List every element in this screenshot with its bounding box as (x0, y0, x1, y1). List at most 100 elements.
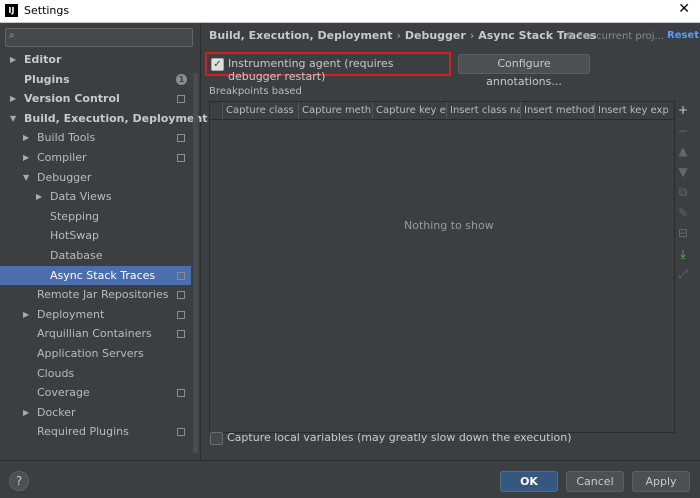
toggle-icon[interactable]: ⊟ (676, 226, 690, 240)
tree-item[interactable]: Arquillian Containers (0, 324, 191, 344)
tree-item[interactable]: ▼ Debugger (0, 168, 191, 188)
breadcrumb: Build, Execution, Deployment › Debugger › As… (209, 29, 597, 42)
table-column-header[interactable]: Capture meth... (298, 102, 372, 119)
tree-item-label: Application Servers (37, 346, 144, 360)
capture-local-checkbox[interactable] (210, 432, 223, 445)
tree-item[interactable]: ▼ Build, Execution, Deployment (0, 109, 207, 129)
tree-item[interactable]: Required Plugins (0, 422, 191, 442)
edit-icon[interactable]: ✎ (676, 206, 690, 220)
expand-right-icon[interactable]: ▶ (36, 187, 42, 207)
move-down-icon[interactable]: ▼ (676, 165, 690, 179)
tree-item-label: Deployment (37, 307, 105, 321)
project-scope-icon: ⧉ (567, 31, 575, 42)
ok-button[interactable]: OK (500, 471, 558, 492)
tree-item-label: Clouds (37, 366, 75, 380)
breadcrumb-separator: › (396, 29, 401, 42)
remove-icon[interactable]: − (676, 124, 690, 138)
help-button[interactable]: ? (9, 471, 29, 491)
tree-item-label: Editor (24, 53, 62, 66)
tree-item[interactable]: Coverage (0, 383, 191, 403)
tree-item[interactable]: ▶ Deployment (0, 305, 191, 325)
table-column-header[interactable]: Capture class ... (222, 102, 298, 119)
project-scope-icon (177, 153, 185, 162)
tree-item-label: Stepping (50, 209, 100, 223)
tree-item[interactable]: Database (0, 246, 191, 266)
breadcrumb-part: Debugger (404, 29, 466, 42)
tree-item-label: HotSwap (50, 229, 100, 243)
instrumenting-agent-label[interactable]: Instrumenting agent (requires debugger r… (228, 57, 449, 83)
breadcrumb-separator: › (469, 29, 475, 42)
tree-item[interactable]: ▶ Editor (0, 50, 191, 70)
instrumenting-agent-checkbox[interactable]: ✓ (211, 58, 224, 71)
move-up-icon[interactable]: ▲ (676, 144, 690, 158)
breakpoints-table[interactable]: Capture class ...Capture meth...Capture … (209, 101, 675, 433)
scope-text: For current proj... (577, 31, 665, 42)
tree-item-label: Remote Jar Repositories (37, 288, 169, 302)
notification-badge: 1 (176, 73, 187, 85)
table-column-header[interactable]: Insert method ... (520, 102, 594, 119)
tree-item[interactable]: ▶ Data Views (0, 187, 191, 207)
expand-right-icon[interactable]: ▶ (10, 50, 16, 70)
settings-search[interactable]: ⌕ (5, 28, 193, 47)
section-title: Breakpoints based (209, 86, 302, 97)
expand-right-icon[interactable]: ▶ (23, 403, 29, 423)
expand-right-icon[interactable]: ▶ (23, 305, 29, 325)
tree-item[interactable]: Stepping (0, 207, 191, 227)
table-column-header[interactable]: Insert key exp... (594, 102, 668, 119)
tree-item[interactable]: ▶ Version Control (0, 89, 191, 109)
tree-item[interactable]: HotSwap (0, 226, 191, 246)
export-icon[interactable]: ⤢ (676, 267, 690, 281)
expand-down-icon[interactable]: ▼ (10, 109, 16, 129)
tree-item-label: Required Plugins (37, 425, 129, 439)
capture-local-label[interactable]: Capture local variables (may greatly slo… (227, 431, 572, 444)
tree-item[interactable]: ▶ Compiler (0, 148, 191, 168)
expand-right-icon[interactable]: ▶ (23, 128, 29, 148)
reset-link[interactable]: Reset (667, 30, 699, 41)
tree-item-label: Coverage (37, 386, 90, 400)
table-column-header[interactable]: Insert class na... (446, 102, 520, 119)
tree-item[interactable]: ▶ Docker (0, 403, 191, 423)
tree-item[interactable]: Clouds (0, 364, 191, 384)
configure-annotations-button[interactable]: Configure annotations... (458, 54, 590, 88)
tree-item[interactable]: Plugins 1 (0, 70, 191, 90)
project-scope-icon (177, 291, 185, 300)
intellij-logo-icon: IJ (5, 4, 18, 17)
import-icon[interactable]: ⤓ (676, 247, 690, 261)
project-scope-icon (177, 310, 185, 319)
expand-right-icon[interactable]: ▶ (23, 148, 29, 168)
tree-item-label: Version Control (24, 92, 120, 106)
table-header: Capture class ...Capture meth...Capture … (210, 102, 674, 120)
tree-item-label: Compiler (37, 150, 87, 164)
table-toolbar: + − ▲ ▼ ⧉ ✎ ⊟ ⤓ ⤢ (673, 101, 693, 431)
tree-item-label: Data Views (50, 190, 112, 204)
tree-item[interactable]: ▶ Build Tools (0, 128, 191, 148)
settings-tree: ▶ Editor Plugins 1 ▶ Version Control ▼ Build, E… (0, 50, 207, 442)
expand-right-icon[interactable]: ▶ (10, 89, 16, 109)
tree-item-label: Async Stack Traces (50, 268, 156, 282)
tree-item-label: Build, Execution, Deployment (24, 111, 208, 125)
project-scope-icon (177, 271, 185, 280)
tree-item[interactable]: Remote Jar Repositories (0, 285, 191, 305)
table-column-header[interactable]: Capture key e... (372, 102, 446, 119)
project-scope-icon (177, 95, 185, 104)
cancel-button[interactable]: Cancel (566, 471, 624, 492)
project-scope-icon (177, 428, 185, 437)
tree-item[interactable]: Application Servers (0, 344, 191, 364)
expand-down-icon[interactable]: ▼ (23, 168, 29, 188)
tree-item[interactable]: Async Stack Traces (0, 265, 191, 286)
apply-button[interactable]: Apply (632, 471, 690, 492)
sidebar-scrollbar[interactable] (193, 73, 198, 453)
project-scope-icon (177, 389, 185, 398)
instrumenting-agent-option: ✓ Instrumenting agent (requires debugger… (205, 52, 451, 83)
title-bar: IJ Settings ✕ (0, 0, 700, 23)
search-input[interactable] (24, 30, 184, 44)
empty-state-text: Nothing to show (404, 219, 494, 232)
window-title: Settings (24, 4, 70, 17)
project-scope-icon (177, 134, 185, 143)
close-icon[interactable]: ✕ (678, 1, 690, 17)
tree-item-label: Plugins (24, 72, 70, 86)
add-icon[interactable]: + (676, 103, 690, 117)
search-icon: ⌕ (9, 30, 15, 41)
tree-item-label: Docker (37, 405, 76, 419)
copy-icon[interactable]: ⧉ (676, 185, 690, 199)
